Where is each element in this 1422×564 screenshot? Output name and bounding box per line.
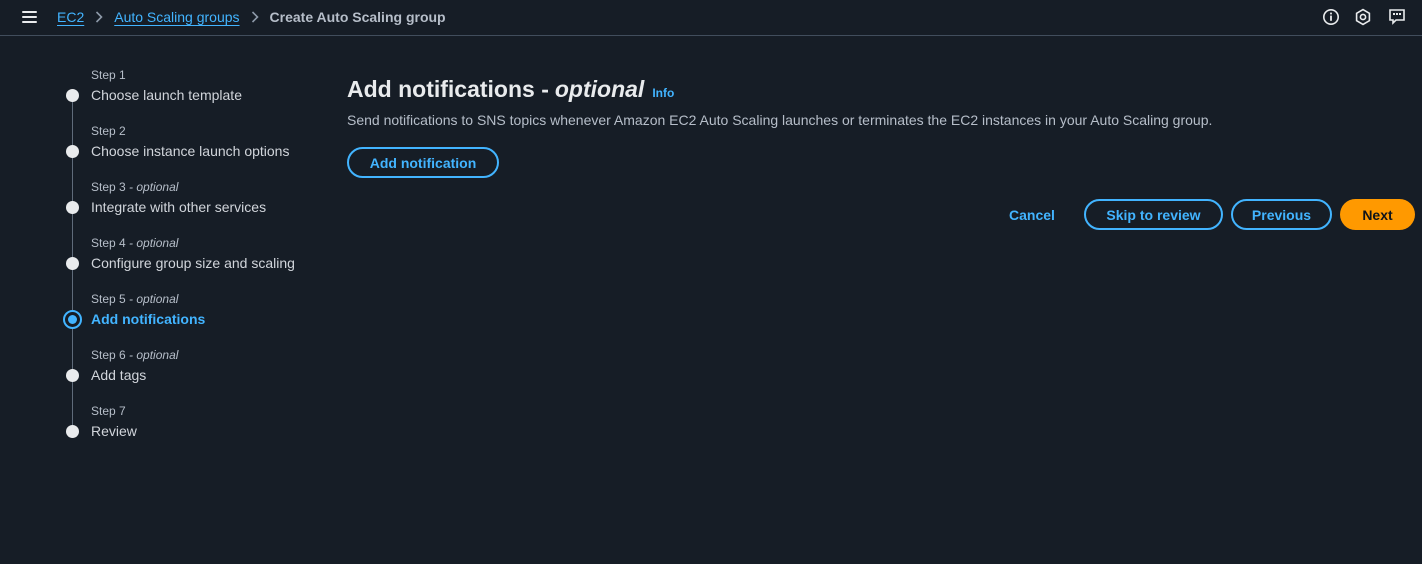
page-description: Send notifications to SNS topics wheneve… [347, 112, 1213, 128]
step-number: Step 5 - optional [91, 292, 179, 306]
step-number: Step 1 [91, 68, 126, 82]
page-title-optional: optional [554, 76, 645, 102]
step-number: Step 6 - optional [91, 348, 179, 362]
breadcrumb-link-ec2[interactable]: EC2 [57, 9, 84, 25]
step-indicator-dot [66, 257, 79, 270]
step-indicator-dot [66, 425, 79, 438]
page-title: Add notifications - optional Info [347, 76, 674, 103]
skip-to-review-button[interactable]: Skip to review [1084, 199, 1223, 230]
step-current-add-notifications: Add notifications [91, 311, 206, 327]
step-link-choose-launch-template[interactable]: Choose launch template [91, 87, 242, 103]
breadcrumb-link-auto-scaling-groups[interactable]: Auto Scaling groups [114, 9, 239, 25]
page-title-text: Add notifications - [347, 76, 549, 102]
step-indicator-dot [66, 369, 79, 382]
step-label-review: Review [91, 423, 137, 439]
chevron-right-icon [95, 11, 103, 23]
previous-button[interactable]: Previous [1231, 199, 1332, 230]
next-button[interactable]: Next [1340, 199, 1415, 230]
step-indicator-active [63, 310, 82, 329]
feedback-icon[interactable] [1388, 8, 1406, 26]
step-indicator-dot [66, 201, 79, 214]
step-number: Step 3 - optional [91, 180, 179, 194]
step-number: Step 2 [91, 124, 126, 138]
hexagon-settings-icon[interactable] [1354, 8, 1372, 26]
hamburger-menu-icon[interactable] [22, 9, 38, 25]
step-indicator-dot [66, 89, 79, 102]
breadcrumb: EC2 Auto Scaling groups Create Auto Scal… [57, 8, 446, 26]
add-notification-button[interactable]: Add notification [347, 147, 499, 178]
chevron-right-icon [251, 11, 259, 23]
step-link-integrate-services[interactable]: Integrate with other services [91, 199, 266, 215]
step-link-instance-launch-options[interactable]: Choose instance launch options [91, 143, 289, 159]
step-number: Step 4 - optional [91, 236, 179, 250]
cancel-button[interactable]: Cancel [1000, 199, 1064, 230]
step-link-group-size-scaling[interactable]: Configure group size and scaling [91, 255, 295, 271]
top-navigation-bar: EC2 Auto Scaling groups Create Auto Scal… [0, 0, 1422, 36]
info-circle-icon[interactable] [1322, 8, 1340, 26]
step-indicator-dot [66, 145, 79, 158]
step-number: Step 7 [91, 404, 126, 418]
info-link[interactable]: Info [652, 86, 674, 100]
step-label-add-tags: Add tags [91, 367, 147, 383]
breadcrumb-current: Create Auto Scaling group [269, 9, 446, 25]
